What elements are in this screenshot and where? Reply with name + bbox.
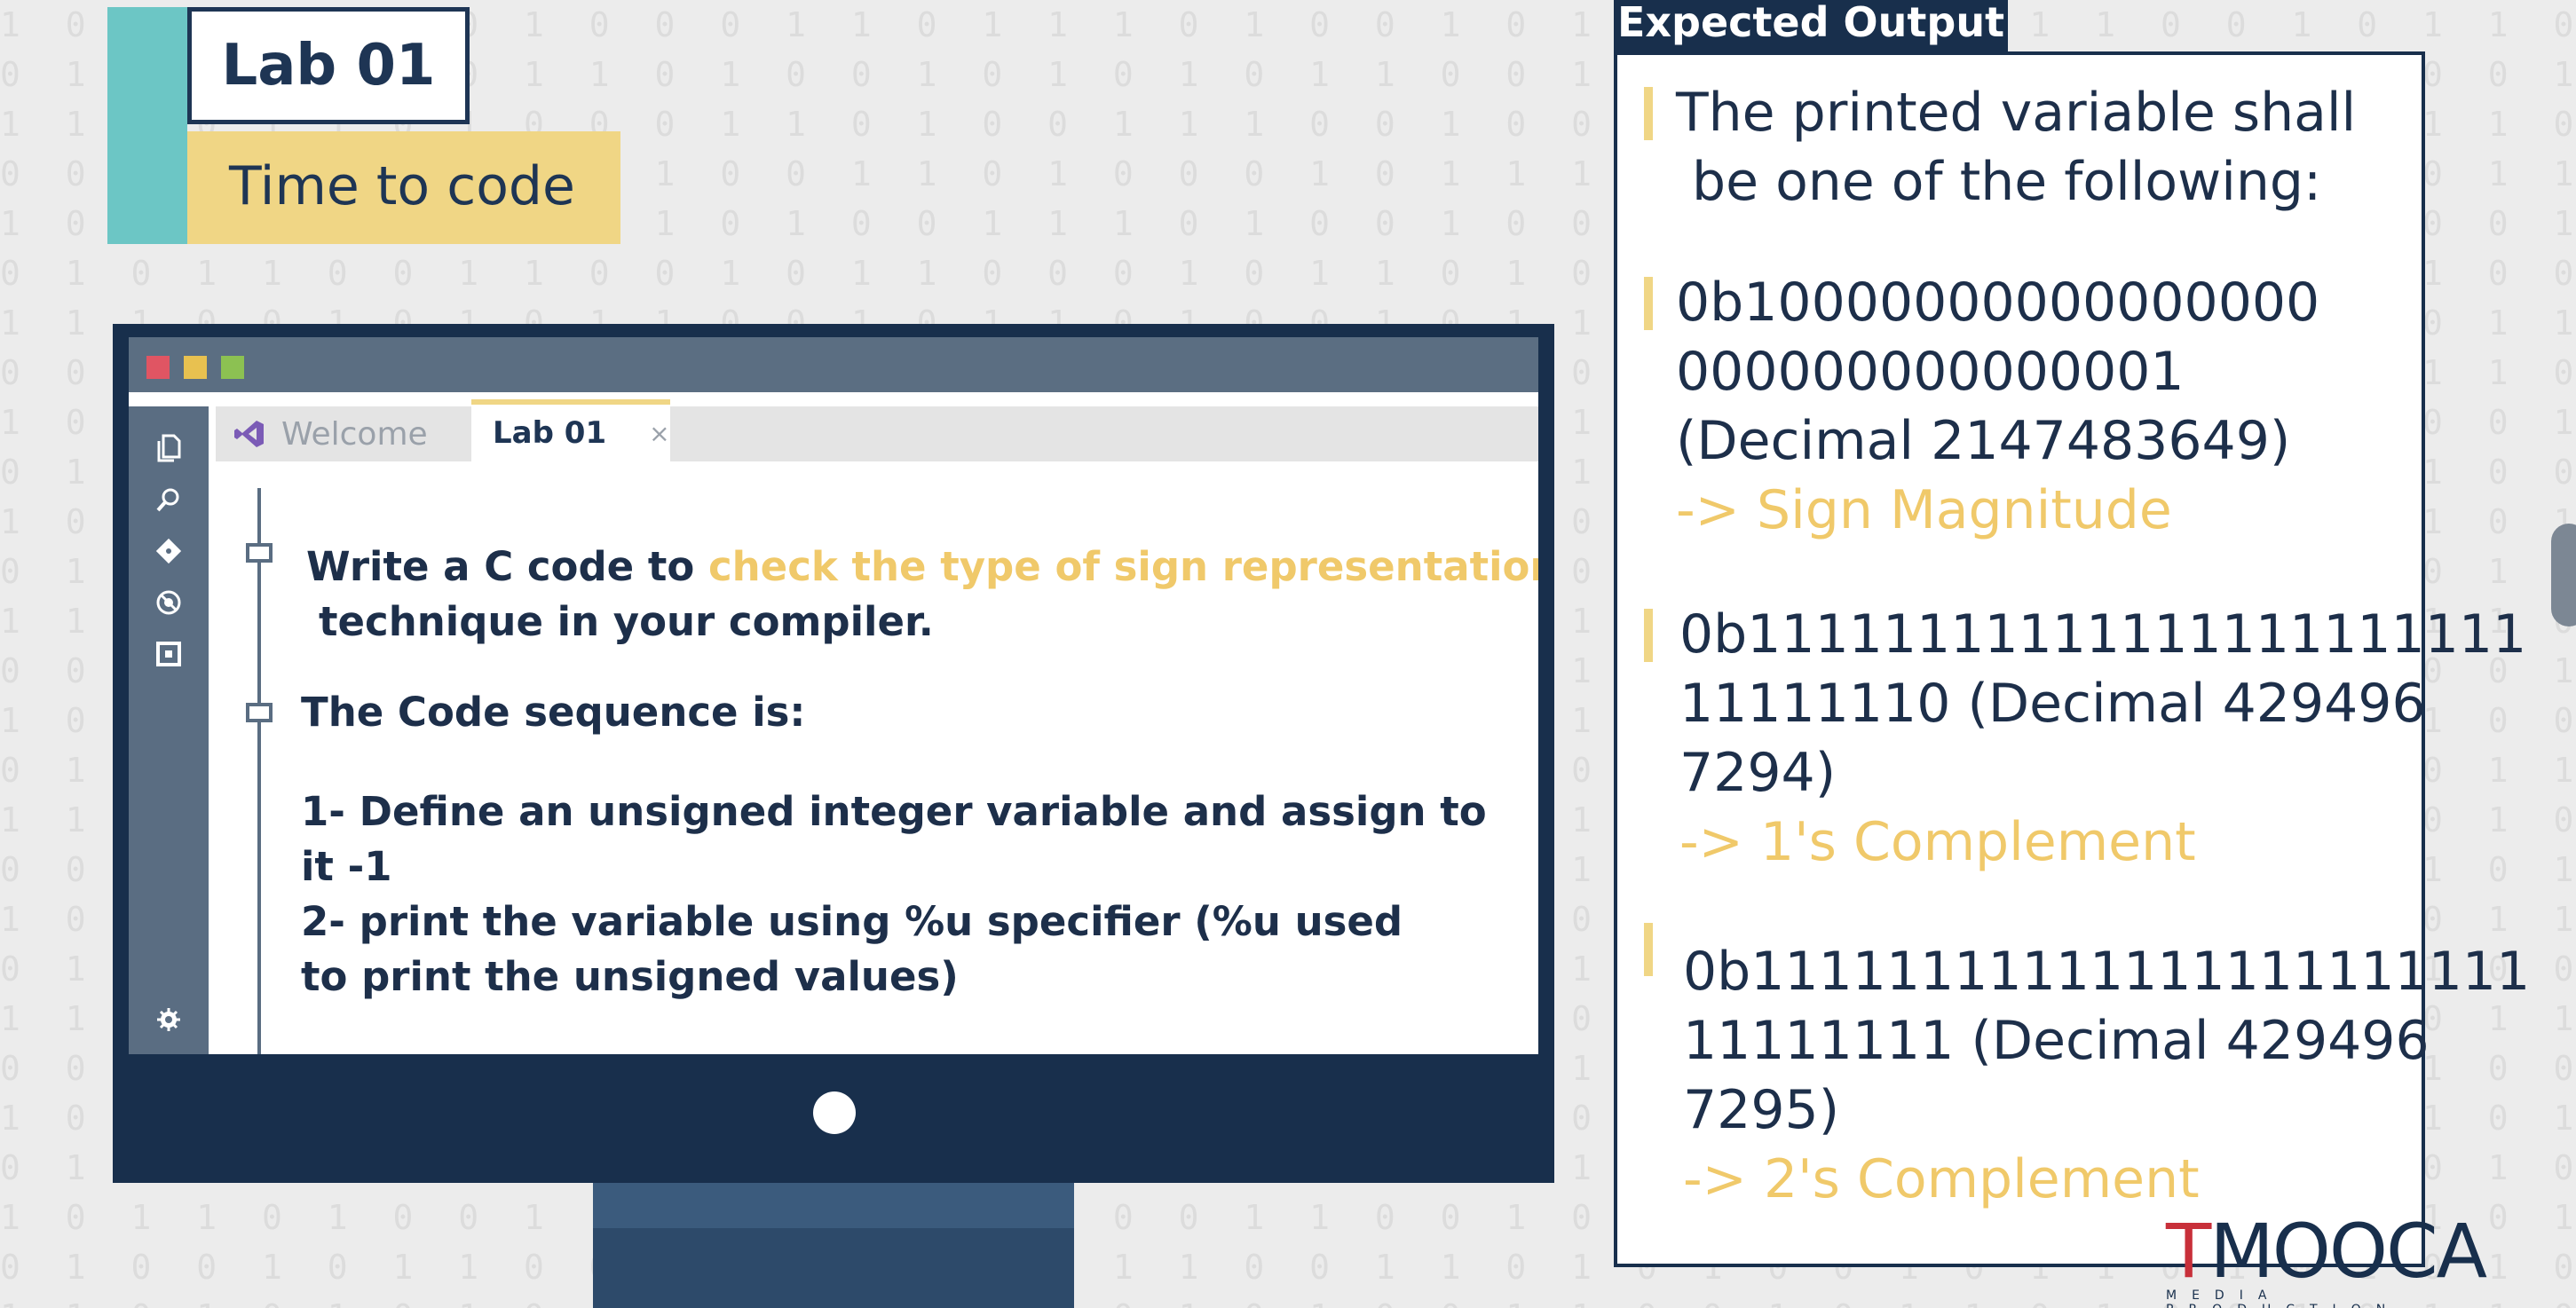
output-option-line: 7295) xyxy=(1683,1079,1840,1141)
maximize-window-dot[interactable] xyxy=(221,356,244,379)
search-icon[interactable] xyxy=(146,477,191,522)
bullet-bar xyxy=(1644,609,1653,662)
step-line: to print the unsigned values) xyxy=(301,953,959,1000)
intro-suffix: technique in your compiler. xyxy=(319,598,934,645)
step-line: 1- Define an unsigned integer variable a… xyxy=(301,788,1487,835)
intro-highlight: check the type of sign representation xyxy=(707,543,1538,590)
side-scroll-handle[interactable] xyxy=(2551,524,2576,626)
files-icon[interactable] xyxy=(146,426,191,470)
output-option: 0b10000000000000000 000000000000001 (Dec… xyxy=(1676,268,2319,545)
tab-welcome-label: Welcome xyxy=(281,415,428,453)
debug-icon[interactable] xyxy=(146,580,191,625)
output-intro-line1: The printed variable shall xyxy=(1676,82,2357,144)
output-option-line: 0b10000000000000000 xyxy=(1676,272,2320,334)
close-window-dot[interactable] xyxy=(146,356,170,379)
step-line: 2- print the variable using %u specifier… xyxy=(301,898,1403,945)
monitor-power-dot xyxy=(813,1091,856,1134)
intro-text: Write a C code to check the type of sign… xyxy=(306,540,1538,595)
bullet-bar xyxy=(1644,923,1653,976)
output-intro-line2: be one of the following: xyxy=(1692,151,2322,213)
git-icon[interactable] xyxy=(146,529,191,573)
extensions-icon[interactable] xyxy=(146,632,191,676)
bullet-bar xyxy=(1644,277,1653,330)
bullet-bar xyxy=(1644,87,1653,140)
output-option: 0b11111111111111111111111 11111111 (Deci… xyxy=(1683,937,2530,1214)
output-option-result: -> 2's Complement xyxy=(1683,1148,2200,1210)
minimize-window-dot[interactable] xyxy=(184,356,207,379)
tab-welcome[interactable]: Welcome xyxy=(216,406,466,461)
logo-mark: T xyxy=(2166,1208,2211,1295)
settings-icon[interactable] xyxy=(146,997,191,1042)
tree-node-marker xyxy=(246,543,273,563)
tree-guide-line xyxy=(257,488,261,1054)
editor-window: Welcome Lab 01 × Write a C code to check… xyxy=(129,337,1538,1054)
output-option-line: (Decimal 2147483649) xyxy=(1676,410,2291,472)
output-option: 0b11111111111111111111111 11111110 (Deci… xyxy=(1679,600,2526,877)
tab-lab-01-label: Lab 01 xyxy=(493,415,607,451)
lab-subtitle: Time to code xyxy=(229,155,575,217)
tab-close-icon[interactable]: × xyxy=(649,419,669,448)
tab-lab-01[interactable]: Lab 01 × xyxy=(471,399,670,461)
output-option-line: 0b11111111111111111111111 xyxy=(1683,941,2531,1003)
steps-list: 1- Define an unsigned integer variable a… xyxy=(301,784,1487,1005)
output-option-line: 7294) xyxy=(1679,742,1837,804)
activity-sidebar xyxy=(129,406,209,1054)
output-option-result: -> Sign Magnitude xyxy=(1676,479,2172,541)
monitor-stand-shade xyxy=(593,1182,1074,1228)
output-option-line: 0b11111111111111111111111 xyxy=(1679,603,2527,666)
intro-prefix: Write a C code to xyxy=(306,543,708,590)
editor-titlebar xyxy=(129,337,1538,392)
lab-title: Lab 01 xyxy=(187,7,470,124)
expected-output-tab: Expected Output xyxy=(1614,0,2008,53)
tree-node-marker xyxy=(246,703,273,722)
title-accent-teal xyxy=(107,7,187,244)
output-option-line: 11111110 (Decimal 429496 xyxy=(1679,673,2426,735)
sequence-heading: The Code sequence is: xyxy=(301,689,806,736)
output-option-line: 11111111 (Decimal 429496 xyxy=(1683,1010,2430,1072)
output-option-line: 000000000000001 xyxy=(1676,341,2185,403)
logo-name: MOOCA xyxy=(2209,1208,2487,1295)
mooca-logo: TMOOCA MEDIA PRODUCTION xyxy=(2166,1214,2521,1308)
output-option-result: -> 1's Complement xyxy=(1679,811,2196,873)
visual-studio-icon xyxy=(233,419,265,449)
step-line: it -1 xyxy=(301,843,392,890)
